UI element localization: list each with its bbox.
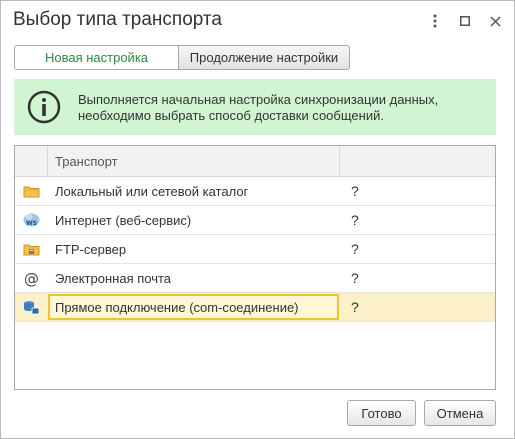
tab-new-setup[interactable]: Новая настройка	[14, 45, 179, 70]
at-sign-icon: @	[24, 270, 39, 287]
info-panel: Выполняется начальная настройка синхрони…	[14, 79, 496, 135]
transport-name: Электронная почта	[55, 271, 172, 286]
column-header-transport: Транспорт	[55, 154, 118, 169]
web-service-icon: WS	[23, 213, 40, 227]
done-button[interactable]: Готово	[347, 400, 416, 426]
ftp-folder-icon	[23, 244, 40, 256]
transport-name: Интернет (веб-сервис)	[55, 213, 192, 228]
tab-continue-setup[interactable]: Продолжение настройки	[179, 45, 350, 70]
table-row[interactable]: Локальный или сетевой каталог ?	[15, 177, 495, 206]
svg-text:@: @	[24, 270, 39, 287]
vertical-dots-icon	[433, 14, 437, 28]
transport-status: ?	[351, 270, 359, 286]
maximize-button[interactable]	[455, 11, 475, 31]
dialog-title: Выбор типа транспорта	[13, 9, 222, 30]
svg-text:WS: WS	[26, 220, 37, 227]
maximize-icon	[460, 16, 470, 26]
database-connection-icon	[24, 301, 40, 315]
transport-status: ?	[351, 212, 359, 228]
transport-status: ?	[351, 241, 359, 257]
settings-tabs: Новая настройка Продолжение настройки	[14, 45, 350, 70]
info-message: Выполняется начальная настройка синхрони…	[78, 92, 439, 123]
transport-status: ?	[351, 183, 359, 199]
table-row[interactable]: WS Интернет (веб-сервис) ?	[15, 206, 495, 235]
transport-name: FTP-сервер	[55, 242, 127, 257]
transport-name: Прямое подключение (com-соединение)	[55, 300, 299, 315]
column-separator	[339, 146, 340, 177]
close-button[interactable]	[485, 11, 505, 31]
folder-icon	[23, 186, 40, 198]
cancel-button[interactable]: Отмена	[424, 400, 496, 426]
table-header: Транспорт	[15, 146, 495, 177]
table-row[interactable]: FTP-сервер ?	[15, 235, 495, 264]
more-menu-button[interactable]	[425, 11, 445, 31]
transport-selection-dialog: Выбор типа транспорта Новая настройка Пр…	[0, 0, 515, 439]
table-row[interactable]: @ Электронная почта ?	[15, 264, 495, 293]
transport-name: Локальный или сетевой каталог	[55, 184, 249, 199]
column-separator	[47, 146, 48, 177]
transport-table: Транспорт Локальный или сетевой каталог …	[14, 145, 496, 390]
title-bar: Выбор типа транспорта	[1, 1, 514, 41]
transport-status: ?	[351, 299, 359, 315]
info-icon	[27, 90, 61, 124]
table-row-selected[interactable]: Прямое подключение (com-соединение) ?	[15, 293, 495, 322]
close-icon	[489, 15, 501, 27]
